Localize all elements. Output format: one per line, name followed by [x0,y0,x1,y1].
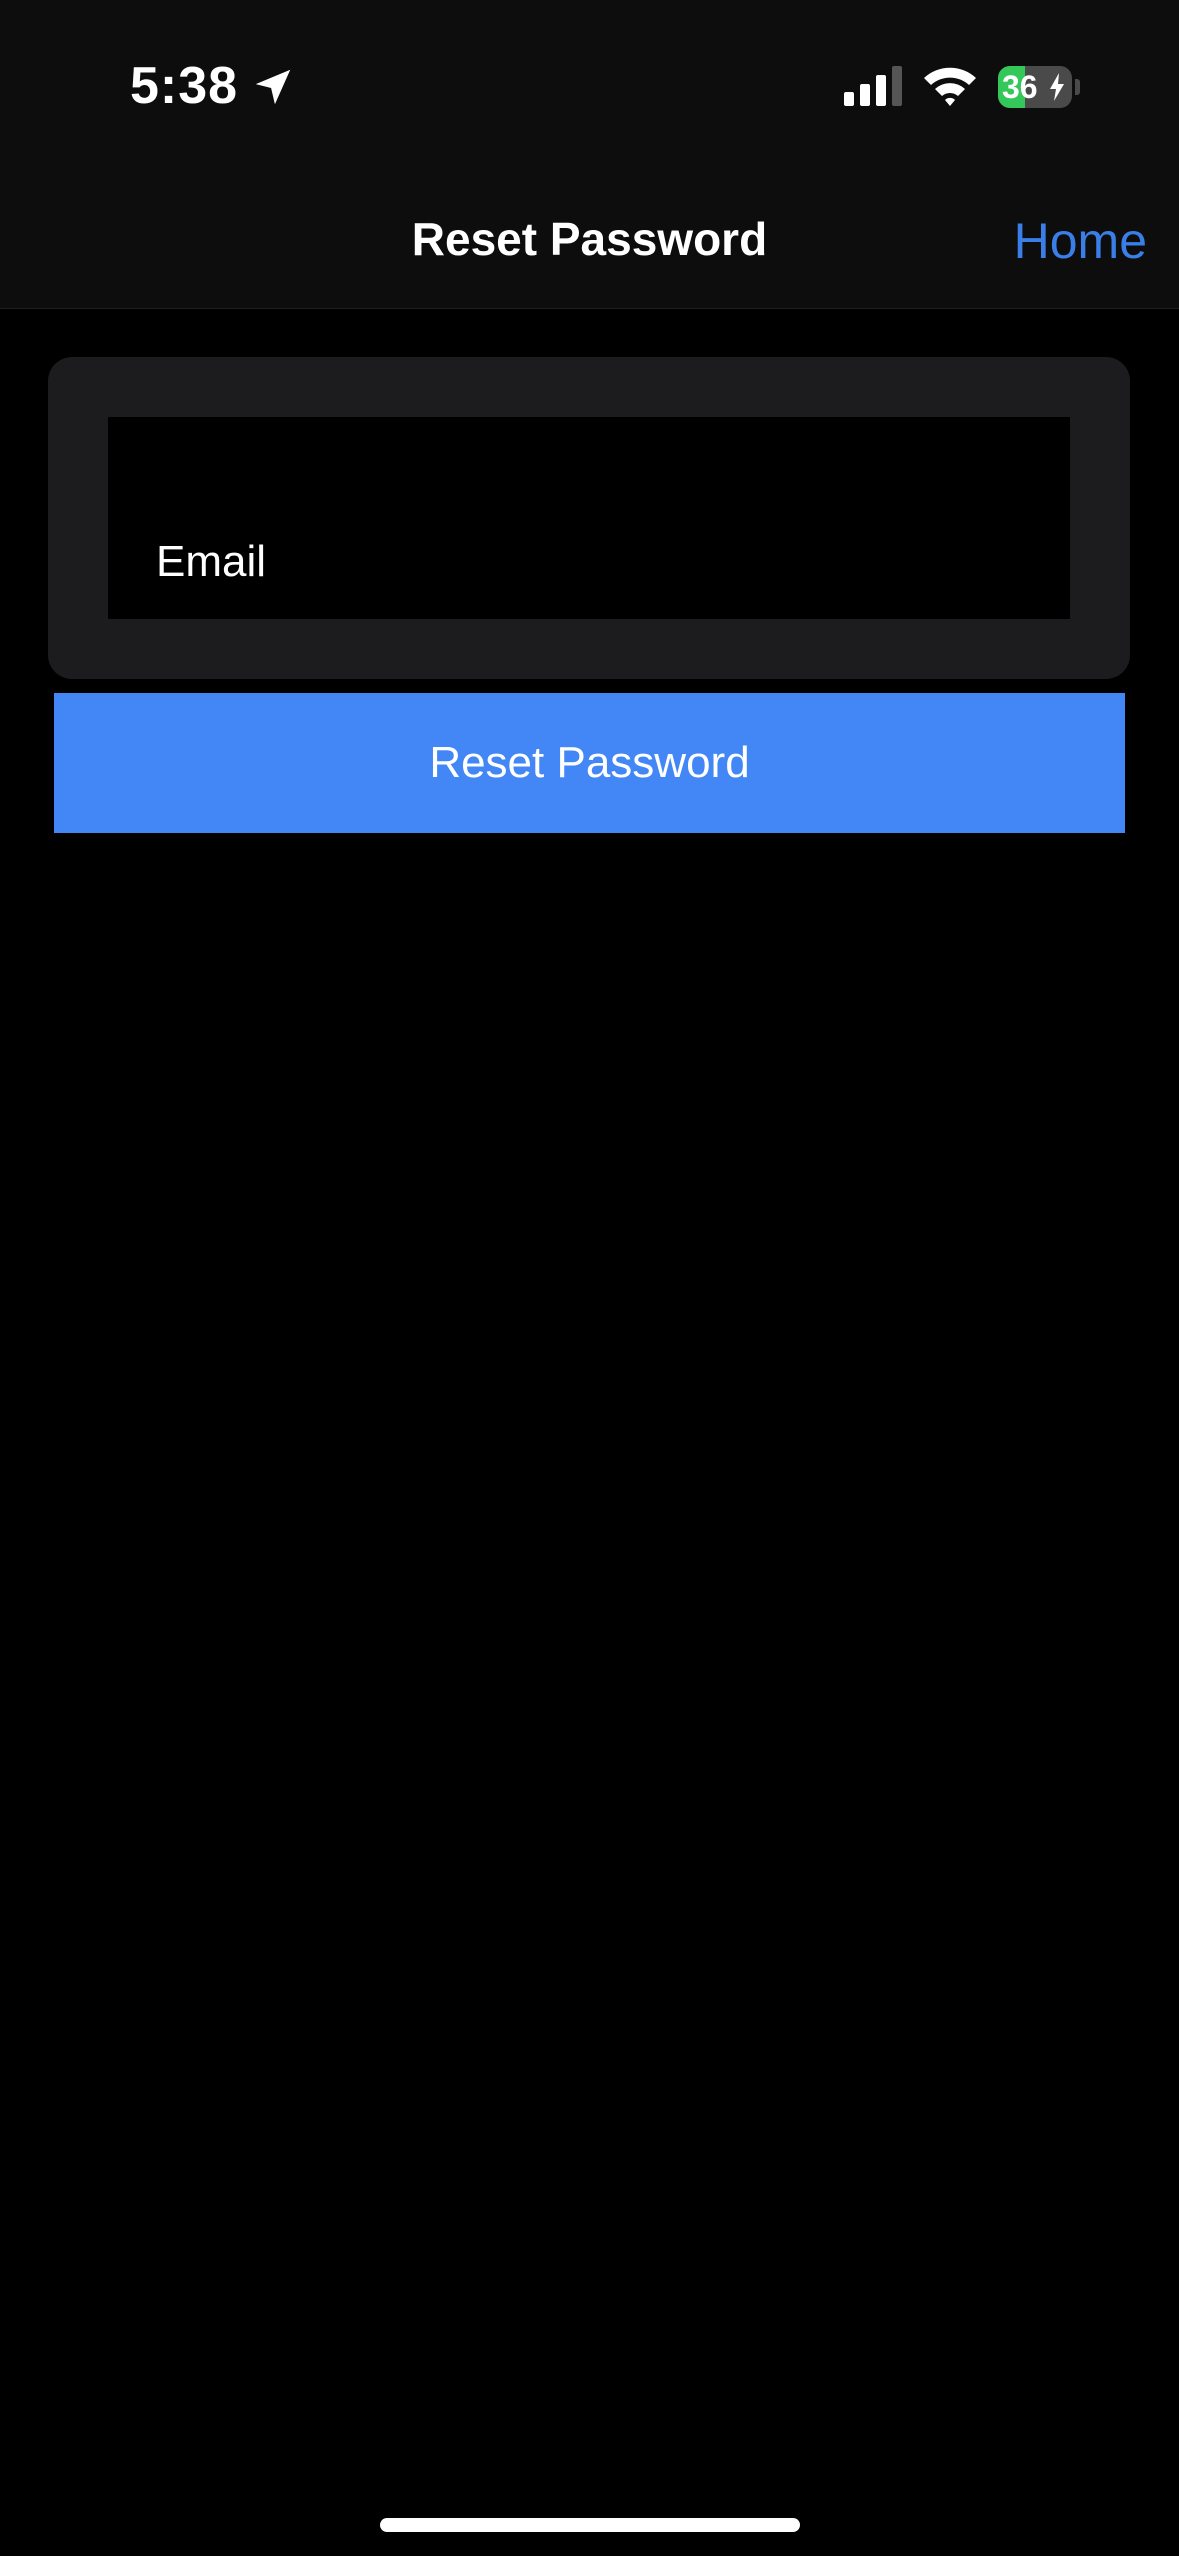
page-title: Reset Password [411,213,768,265]
charging-bolt-icon [1050,73,1064,101]
email-placeholder: Email [156,537,267,586]
battery-body: 36 [998,66,1072,108]
reset-password-button[interactable]: Reset Password [54,693,1125,833]
wifi-icon [924,67,976,106]
top-bar: 5:38 36 Reset Password Home [0,0,1179,309]
email-field[interactable]: Email [108,417,1070,619]
battery-cap [1075,79,1080,95]
battery-indicator: 36 [998,66,1082,108]
status-time: 5:38 [130,57,239,115]
reset-form-card: Email [48,357,1130,679]
cellular-signal-icon [844,66,902,106]
home-button[interactable]: Home [1014,212,1147,270]
home-indicator [380,2518,800,2532]
location-arrow-icon [255,69,291,105]
